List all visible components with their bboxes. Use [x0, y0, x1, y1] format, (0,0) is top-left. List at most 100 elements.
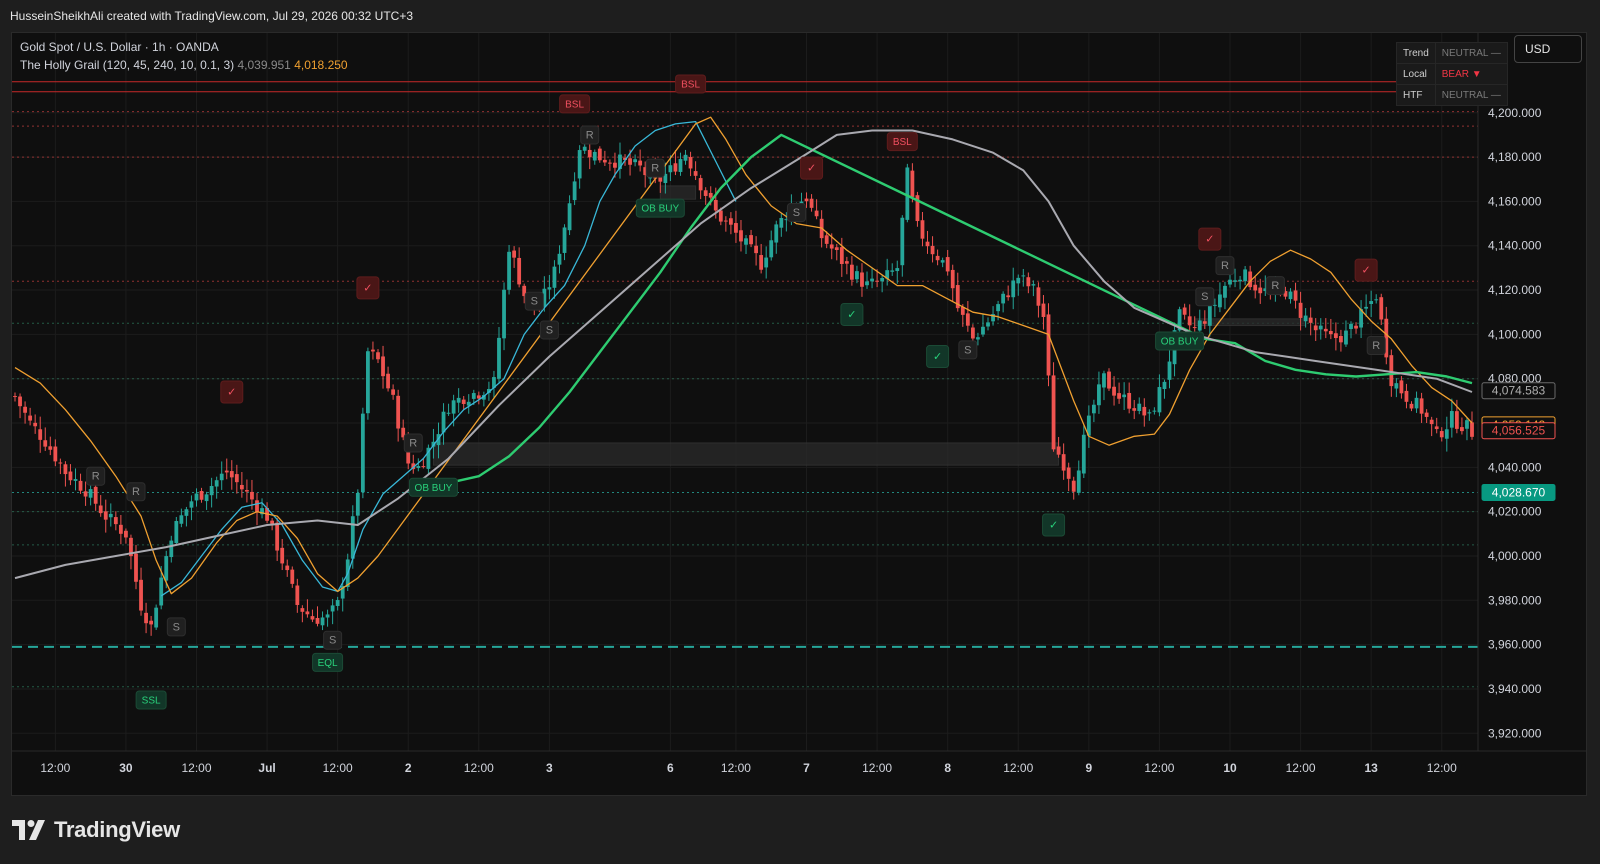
candle[interactable] — [1061, 443, 1066, 480]
candle[interactable] — [1162, 379, 1167, 399]
candle[interactable] — [58, 458, 63, 475]
candle[interactable] — [915, 191, 920, 227]
candle[interactable] — [83, 481, 88, 506]
candle[interactable] — [285, 559, 290, 577]
annotation-bull-tag[interactable]: EQL — [312, 652, 344, 672]
candle[interactable] — [360, 407, 365, 499]
candle[interactable] — [456, 388, 461, 413]
candle[interactable] — [955, 272, 960, 312]
candle[interactable] — [396, 389, 401, 442]
candle[interactable] — [607, 159, 612, 171]
series-line-fast[interactable] — [160, 120, 737, 597]
candle[interactable] — [391, 384, 396, 400]
candle[interactable] — [1243, 266, 1248, 286]
candle[interactable] — [844, 256, 849, 275]
candle[interactable] — [1147, 409, 1152, 421]
candle[interactable] — [466, 394, 471, 414]
candle[interactable] — [446, 403, 451, 416]
candle[interactable] — [1132, 399, 1137, 420]
candle[interactable] — [930, 236, 935, 263]
candle[interactable] — [265, 502, 269, 524]
candle[interactable] — [683, 149, 688, 165]
candle[interactable] — [320, 611, 325, 631]
price-chart[interactable]: BSL BSL BSL OB BUY OB BUY OB BUY SSL EQL ✓ ✓ ✓ ✓ ✓ ✓ ✓… — [12, 33, 1586, 795]
candle[interactable] — [1117, 382, 1121, 404]
indicator-name[interactable]: The Holly Grail (120, 45, 240, 10, 0.1, … — [20, 58, 234, 72]
candle[interactable] — [53, 439, 58, 467]
candle[interactable] — [154, 604, 159, 630]
candle[interactable] — [63, 461, 68, 487]
annotation-grey-mark[interactable]: R — [580, 125, 600, 145]
symbol-row[interactable]: Gold Spot / U.S. Dollar · 1h · OANDA — [20, 38, 348, 56]
annotation-bull-tag[interactable]: OB BUY — [1155, 331, 1205, 351]
candle[interactable] — [290, 566, 295, 588]
tradingview-logo[interactable]: TradingView — [12, 815, 180, 845]
annotation-grey-mark[interactable]: S — [323, 630, 343, 650]
candle[interactable] — [572, 172, 577, 206]
candle[interactable] — [189, 495, 194, 521]
candle[interactable] — [1046, 303, 1051, 387]
candle[interactable] — [688, 151, 693, 177]
candle[interactable] — [245, 479, 249, 503]
candle[interactable] — [1344, 320, 1348, 347]
candle[interactable] — [557, 245, 562, 274]
candle[interactable] — [1308, 307, 1313, 336]
candle[interactable] — [386, 366, 390, 392]
annotation-grey-mark[interactable]: R — [403, 433, 423, 453]
candle[interactable] — [113, 511, 118, 531]
candle[interactable] — [376, 349, 380, 364]
candle[interactable] — [194, 488, 199, 507]
candle[interactable] — [411, 454, 416, 474]
candle[interactable] — [1293, 282, 1298, 309]
candle[interactable] — [371, 341, 375, 360]
candle[interactable] — [1076, 460, 1081, 496]
candle[interactable] — [1091, 399, 1096, 423]
candle[interactable] — [1086, 405, 1091, 448]
candle[interactable] — [925, 230, 930, 254]
candle[interactable] — [1253, 276, 1258, 299]
candle[interactable] — [638, 149, 643, 172]
candle[interactable] — [330, 598, 335, 625]
candle[interactable] — [1122, 382, 1127, 410]
candle[interactable] — [199, 487, 204, 503]
annotation-grey-mark[interactable]: S — [1195, 287, 1215, 307]
annotation-grey-mark[interactable]: R — [86, 466, 106, 486]
candle[interactable] — [1016, 274, 1021, 296]
candle[interactable] — [754, 236, 759, 266]
candle[interactable] — [224, 458, 229, 480]
candle[interactable] — [1157, 374, 1162, 417]
candle[interactable] — [592, 149, 597, 165]
candle[interactable] — [1414, 391, 1419, 413]
candle[interactable] — [1349, 321, 1353, 339]
annotation-bear-mark[interactable]: ✓ — [356, 276, 380, 300]
candle[interactable] — [552, 260, 557, 299]
candle[interactable] — [890, 263, 895, 276]
candle[interactable] — [1238, 275, 1242, 290]
candle[interactable] — [749, 229, 753, 248]
candle[interactable] — [33, 414, 38, 434]
candle[interactable] — [512, 246, 517, 268]
candle[interactable] — [1369, 290, 1374, 318]
candle[interactable] — [1006, 285, 1011, 301]
candle[interactable] — [1081, 425, 1086, 479]
candle[interactable] — [744, 235, 748, 254]
candle[interactable] — [209, 477, 214, 508]
candle[interactable] — [502, 282, 506, 351]
annotation-grey-mark[interactable]: R — [1215, 256, 1235, 276]
candle[interactable] — [1036, 282, 1041, 318]
candle[interactable] — [965, 301, 970, 332]
annotation-grey-mark[interactable]: R — [1265, 276, 1285, 296]
candle[interactable] — [48, 436, 53, 456]
candle[interactable] — [366, 347, 370, 420]
candle[interactable] — [295, 578, 300, 613]
candle[interactable] — [834, 243, 839, 261]
candle[interactable] — [693, 161, 698, 181]
candle[interactable] — [1011, 267, 1016, 310]
candle[interactable] — [38, 416, 43, 453]
series-line-slow[interactable] — [14, 116, 1473, 595]
candle[interactable] — [355, 489, 360, 526]
candle[interactable] — [1359, 300, 1363, 339]
candle[interactable] — [865, 271, 869, 289]
annotation-grey-mark[interactable]: R — [126, 482, 146, 502]
candle[interactable] — [255, 492, 259, 526]
